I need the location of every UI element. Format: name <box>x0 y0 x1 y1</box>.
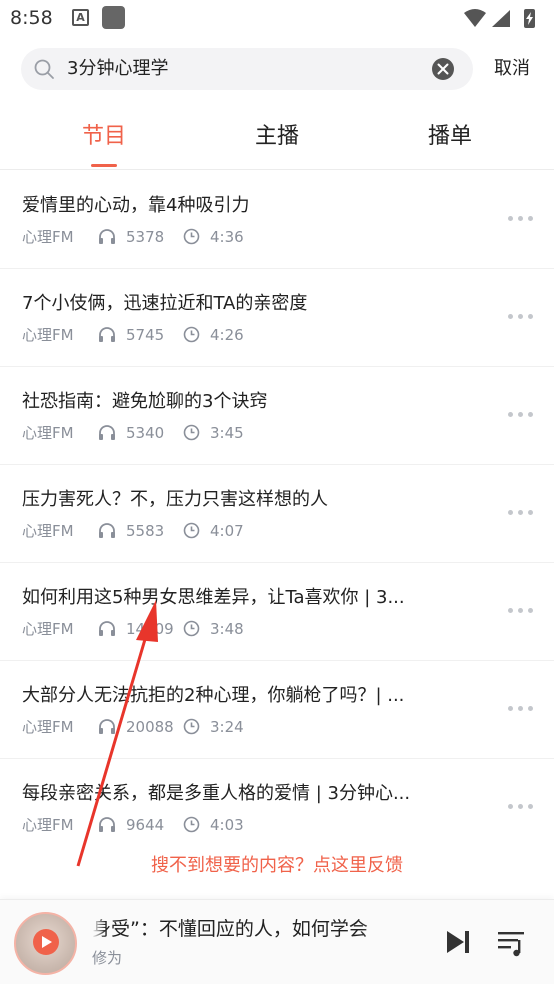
title-fade-left <box>92 914 106 944</box>
clock-icon <box>183 816 200 833</box>
program-duration: 4:03 <box>210 816 244 834</box>
tab-hosts[interactable]: 主播 <box>217 122 337 152</box>
program-source: 心理FM <box>22 424 74 442</box>
headphones-icon <box>99 719 115 734</box>
wifi-icon <box>464 9 486 27</box>
clock-icon <box>183 326 200 343</box>
title-fade-right <box>360 914 408 944</box>
more-options-icon[interactable] <box>508 803 534 811</box>
program-source: 心理FM <box>22 620 74 638</box>
program-duration: 3:48 <box>210 620 244 638</box>
program-title: 每段亲密关系，都是多重人格的爱情 | 3分钟心... <box>22 783 411 804</box>
program-title: 爱情里的心动，靠4种吸引力 <box>22 195 250 216</box>
status-bar: 8:58 A <box>0 0 554 36</box>
tab-active-indicator <box>91 164 117 167</box>
program-row[interactable]: 7个小伎俩，迅速拉近和TA的亲密度 心理FM 5745 4:26 <box>0 269 554 367</box>
status-time: 8:58 <box>10 7 53 29</box>
clock-icon <box>183 620 200 637</box>
clear-search-icon[interactable] <box>432 58 454 80</box>
more-options-icon[interactable] <box>508 215 534 223</box>
cancel-button[interactable]: 取消 <box>494 57 530 81</box>
program-source: 心理FM <box>22 228 74 246</box>
more-options-icon[interactable] <box>508 607 534 615</box>
program-list: 爱情里的心动，靠4种吸引力 心理FM 5378 4:36 7个小伎俩，迅速拉近和… <box>0 171 554 857</box>
headphones-icon <box>99 229 115 244</box>
program-title: 大部分人无法抗拒的2种心理，你躺枪了吗？| ... <box>22 685 405 706</box>
program-plays: 5378 <box>126 228 165 246</box>
program-row[interactable]: 爱情里的心动，靠4种吸引力 心理FM 5378 4:36 <box>0 171 554 269</box>
program-title: 7个小伎俩，迅速拉近和TA的亲密度 <box>22 293 308 314</box>
clock-icon <box>183 228 200 245</box>
headphones-icon <box>99 523 115 538</box>
next-track-icon[interactable] <box>444 927 472 957</box>
program-row[interactable]: 如何利用这5种男女思维差异，让Ta喜欢你 | 3... 心理FM 14609 3… <box>0 563 554 661</box>
program-plays: 20088 <box>126 718 174 736</box>
program-title: 如何利用这5种男女思维差异，让Ta喜欢你 | 3... <box>22 587 405 608</box>
program-duration: 3:45 <box>210 424 244 442</box>
program-duration: 4:07 <box>210 522 244 540</box>
tab-playlists[interactable]: 播单 <box>390 122 510 152</box>
mini-player[interactable]: 身受”：不懂回应的人，如何学会 修为 <box>0 899 554 984</box>
more-options-icon[interactable] <box>508 705 534 713</box>
program-source: 心理FM <box>22 816 74 834</box>
signal-icon <box>492 10 510 27</box>
program-source: 心理FM <box>22 326 74 344</box>
search-icon <box>34 59 54 79</box>
program-source: 心理FM <box>22 522 74 540</box>
notification-a-icon: A <box>72 9 89 26</box>
program-source: 心理FM <box>22 718 74 736</box>
clock-icon <box>183 522 200 539</box>
program-plays: 5583 <box>126 522 165 540</box>
program-title: 压力害死人？不，压力只害这样想的人 <box>22 489 328 510</box>
program-plays: 9644 <box>126 816 165 834</box>
program-plays: 5745 <box>126 326 165 344</box>
album-cover[interactable] <box>14 912 77 975</box>
play-icon[interactable] <box>33 929 59 955</box>
headphones-icon <box>99 817 115 832</box>
program-title: 社恐指南：避免尬聊的3个诀窍 <box>22 391 268 412</box>
program-duration: 3:24 <box>210 718 244 736</box>
program-row[interactable]: 大部分人无法抗拒的2种心理，你躺枪了吗？| ... 心理FM 20088 3:2… <box>0 661 554 759</box>
headphones-icon <box>99 327 115 342</box>
more-options-icon[interactable] <box>508 509 534 517</box>
more-options-icon[interactable] <box>508 411 534 419</box>
program-row[interactable]: 社恐指南：避免尬聊的3个诀窍 心理FM 5340 3:45 <box>0 367 554 465</box>
program-row[interactable]: 每段亲密关系，都是多重人格的爱情 | 3分钟心... 心理FM 9644 4:0… <box>0 759 554 857</box>
headphones-icon <box>99 425 115 440</box>
clock-icon <box>183 424 200 441</box>
playlist-icon[interactable] <box>496 927 526 957</box>
feedback-link[interactable]: 搜不到想要的内容？点这里反馈 <box>0 854 554 878</box>
program-row[interactable]: 压力害死人？不，压力只害这样想的人 心理FM 5583 4:07 <box>0 465 554 563</box>
headphones-icon <box>99 621 115 636</box>
clock-icon <box>183 718 200 735</box>
more-options-icon[interactable] <box>508 313 534 321</box>
program-duration: 4:36 <box>210 228 244 246</box>
notification-app-icon <box>102 6 125 29</box>
program-plays: 5340 <box>126 424 165 442</box>
program-plays: 14609 <box>126 620 174 638</box>
now-playing-artist: 修为 <box>92 949 123 967</box>
tab-programs[interactable]: 节目 <box>44 122 164 152</box>
status-right-icons <box>464 9 535 28</box>
search-box[interactable]: 3分钟心理学 <box>21 48 473 90</box>
tab-bar: 节目 主播 播单 <box>0 108 554 170</box>
program-duration: 4:26 <box>210 326 244 344</box>
search-input[interactable]: 3分钟心理学 <box>67 57 168 81</box>
